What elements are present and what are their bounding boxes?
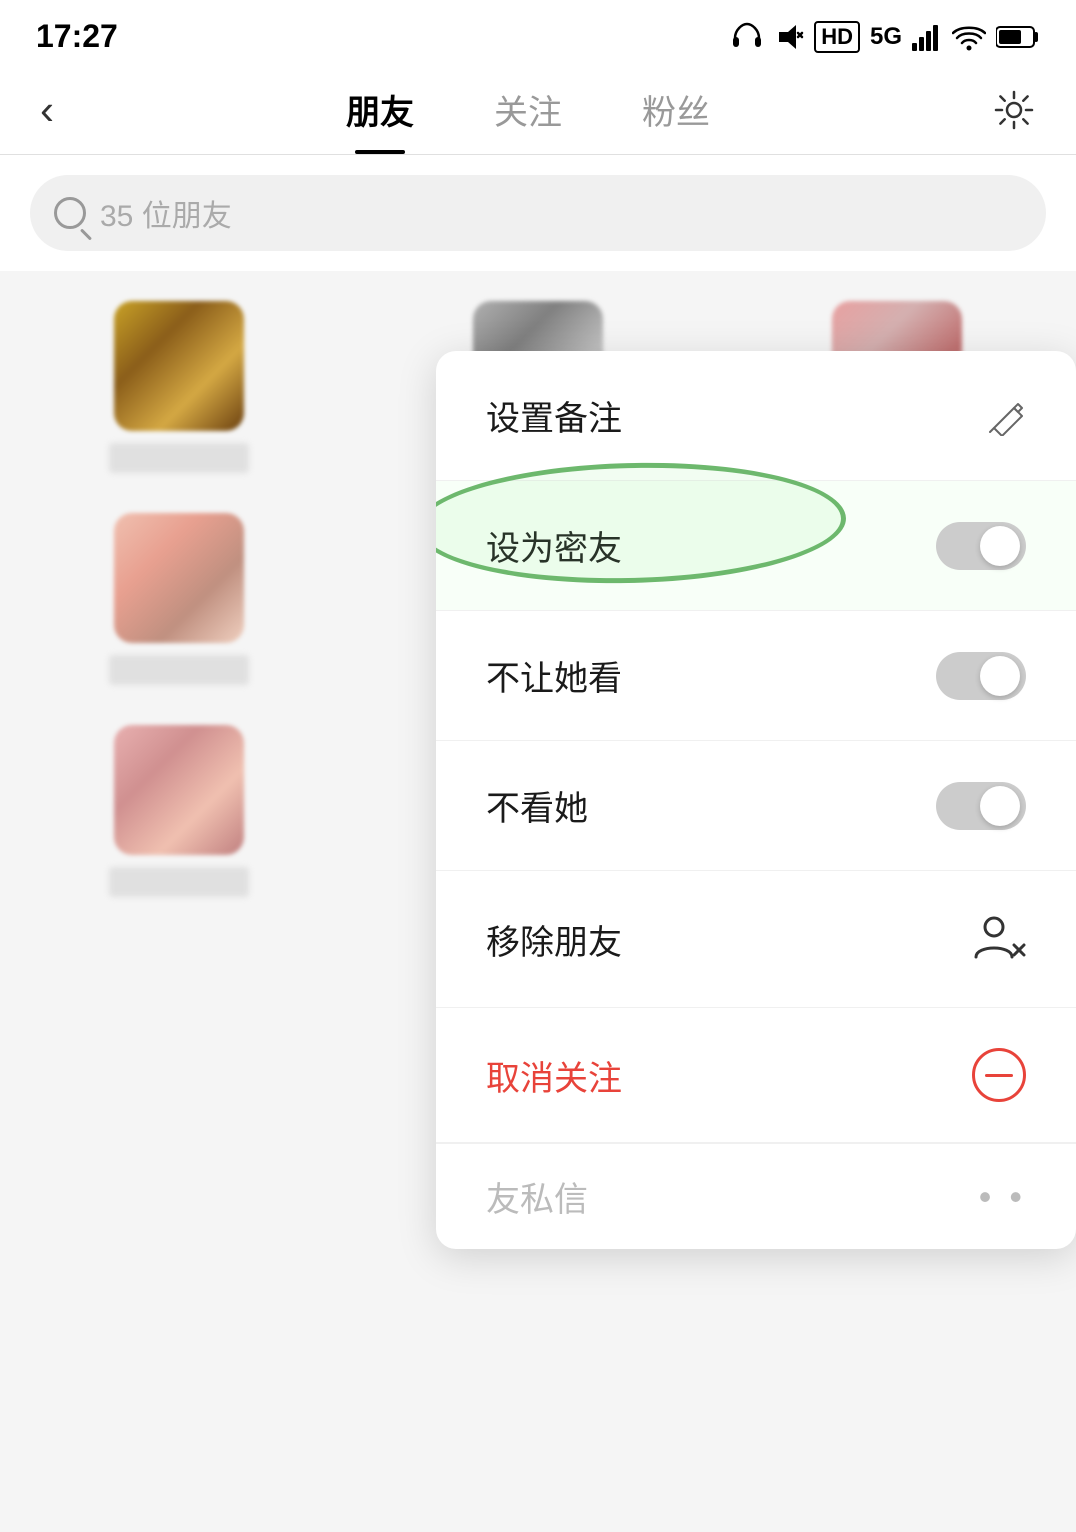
unfollow-icon (972, 1048, 1026, 1102)
hide-from-her-label: 不让她看 (486, 651, 622, 700)
remove-friend-icon (970, 911, 1026, 967)
search-icon (54, 197, 86, 229)
menu-item-hide-from-her[interactable]: 不让她看 (436, 611, 1076, 741)
search-box[interactable]: 35 位朋友 (30, 175, 1046, 251)
close-friend-toggle[interactable] (936, 522, 1026, 570)
status-bar: 17:27 HD 5G (0, 0, 1076, 65)
avatar (114, 513, 244, 643)
nav-bar: ‹ 朋友 关注 粉丝 (0, 65, 1076, 155)
main-content: 设置备注 设为密友 不让她看 不看她 移除朋友 (0, 271, 1076, 1471)
edit-icon (986, 396, 1026, 436)
signal-icon (912, 23, 942, 51)
private-message-label: 友私信 (486, 1172, 588, 1221)
remove-friend-label: 移除朋友 (486, 915, 622, 964)
gear-icon (992, 88, 1036, 132)
settings-button[interactable] (982, 78, 1046, 152)
battery-icon (996, 24, 1040, 50)
tab-friends[interactable]: 朋友 (306, 75, 454, 154)
hide-from-her-toggle[interactable] (936, 652, 1026, 700)
list-item[interactable] (0, 281, 359, 493)
hide-her-toggle[interactable] (936, 782, 1026, 830)
menu-item-remove-friend[interactable]: 移除朋友 (436, 871, 1076, 1008)
tab-following[interactable]: 关注 (454, 75, 602, 154)
menu-item-hide-her[interactable]: 不看她 (436, 741, 1076, 871)
user-name (109, 867, 249, 897)
tab-fans[interactable]: 粉丝 (602, 75, 750, 154)
list-item[interactable] (0, 493, 359, 705)
5g-badge: 5G (870, 23, 902, 51)
context-menu: 设置备注 设为密友 不让她看 不看她 移除朋友 (436, 351, 1076, 1249)
headphone-icon (730, 20, 764, 54)
user-name (109, 443, 249, 473)
user-name (109, 655, 249, 685)
hide-her-label: 不看她 (486, 781, 588, 830)
nav-tabs: 朋友 关注 粉丝 (74, 75, 982, 154)
search-placeholder: 35 位朋友 (100, 191, 232, 235)
menu-item-close-friend[interactable]: 设为密友 (436, 481, 1076, 611)
list-item[interactable] (0, 705, 359, 917)
status-icons: HD 5G (730, 20, 1040, 54)
avatar (114, 301, 244, 431)
back-button[interactable]: ‹ (30, 79, 74, 151)
set-remark-label: 设置备注 (486, 391, 622, 440)
mute-icon (774, 20, 804, 54)
hd-badge: HD (814, 21, 860, 53)
more-dots: • • (979, 1176, 1026, 1218)
menu-item-set-remark[interactable]: 设置备注 (436, 351, 1076, 481)
close-friend-label: 设为密友 (486, 521, 622, 570)
menu-item-unfollow[interactable]: 取消关注 (436, 1008, 1076, 1143)
avatar (114, 725, 244, 855)
wifi-icon (952, 23, 986, 51)
menu-item-private-message[interactable]: 友私信 • • (436, 1143, 1076, 1249)
unfollow-label: 取消关注 (486, 1051, 622, 1100)
status-time: 17:27 (36, 18, 118, 55)
search-area: 35 位朋友 (0, 155, 1076, 271)
